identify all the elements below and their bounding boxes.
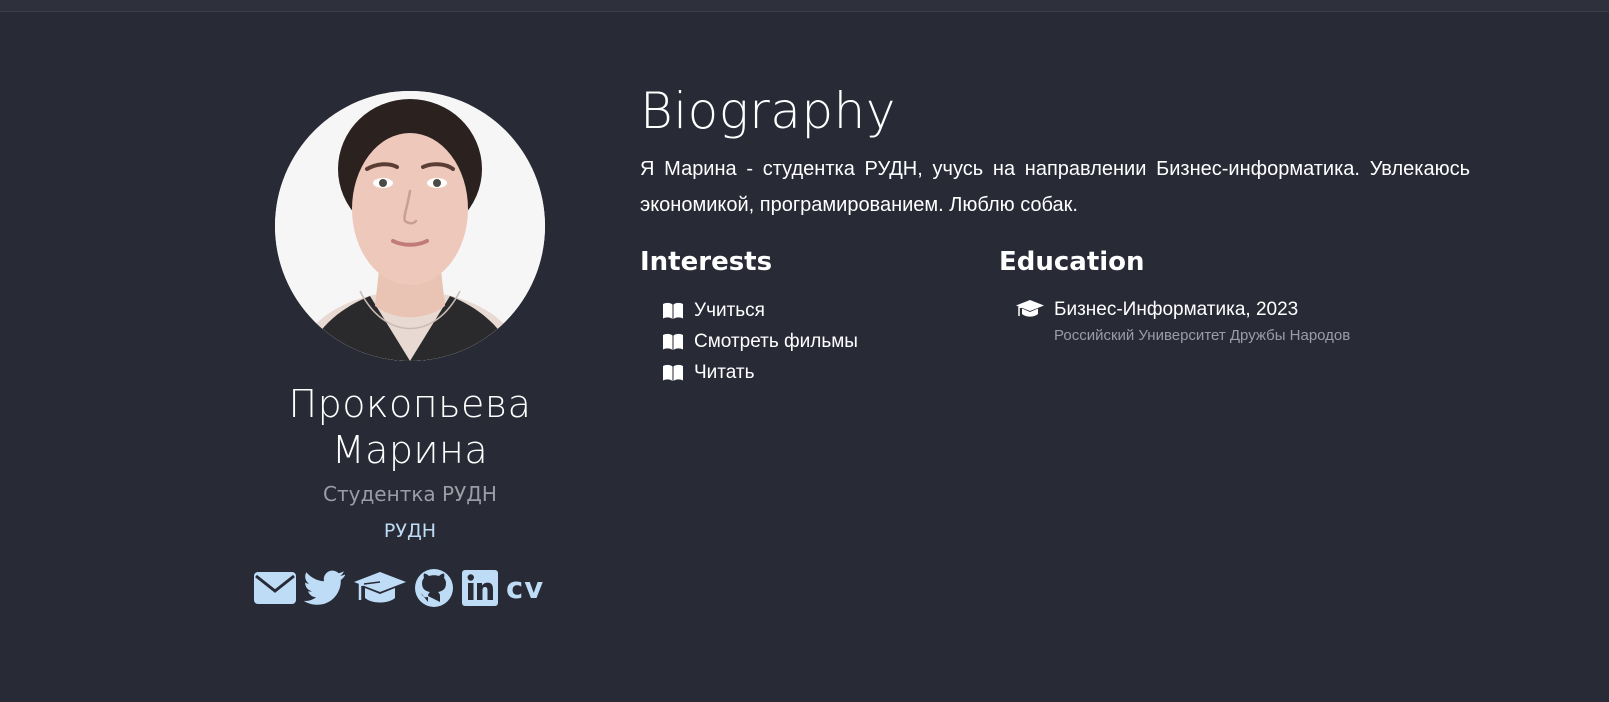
graduation-cap-icon	[1016, 300, 1044, 317]
social-links: cv	[254, 566, 544, 610]
list-item: Читать	[662, 357, 858, 388]
interest-label: Учиться	[694, 299, 765, 321]
biography-text: Я Марина - студентка РУДН, учусь на напр…	[640, 158, 1470, 216]
book-open-icon	[663, 364, 683, 381]
interests-list: Учиться Смотреть фильмы Читать	[662, 295, 858, 388]
profile-role: Студентка РУДН	[323, 482, 497, 506]
graduation-cap-icon[interactable]	[354, 566, 406, 610]
envelope-icon[interactable]	[254, 566, 296, 610]
avatar-photo	[275, 91, 545, 361]
top-navbar	[0, 0, 1609, 12]
education-institution: Российский Университет Дружбы Народов	[1054, 327, 1351, 344]
cv-icon[interactable]: cv	[506, 566, 544, 610]
interests-title: Interests	[640, 247, 773, 277]
profile-name-line2: Марина	[331, 428, 489, 472]
profile-name-line1: Прокопьева	[288, 382, 532, 426]
education-course: Бизнес-Информатика, 2023	[1054, 299, 1299, 320]
book-open-icon	[663, 333, 683, 350]
biography-title: Biography	[640, 82, 896, 140]
twitter-icon[interactable]	[304, 566, 346, 610]
profile-name: Прокопьева Марина	[230, 381, 590, 473]
education-title: Education	[999, 247, 1145, 277]
linkedin-icon[interactable]	[462, 566, 498, 610]
education-item: Бизнес-Информатика, 2023 Российский Унив…	[1016, 297, 1350, 347]
book-open-icon	[663, 302, 683, 319]
github-icon[interactable]	[414, 566, 454, 610]
interest-label: Читать	[694, 361, 755, 383]
profile-organization-link[interactable]: РУДН	[230, 520, 590, 542]
list-item: Смотреть фильмы	[662, 326, 858, 357]
avatar	[275, 91, 545, 361]
interest-label: Смотреть фильмы	[694, 330, 858, 352]
list-item: Учиться	[662, 295, 858, 326]
